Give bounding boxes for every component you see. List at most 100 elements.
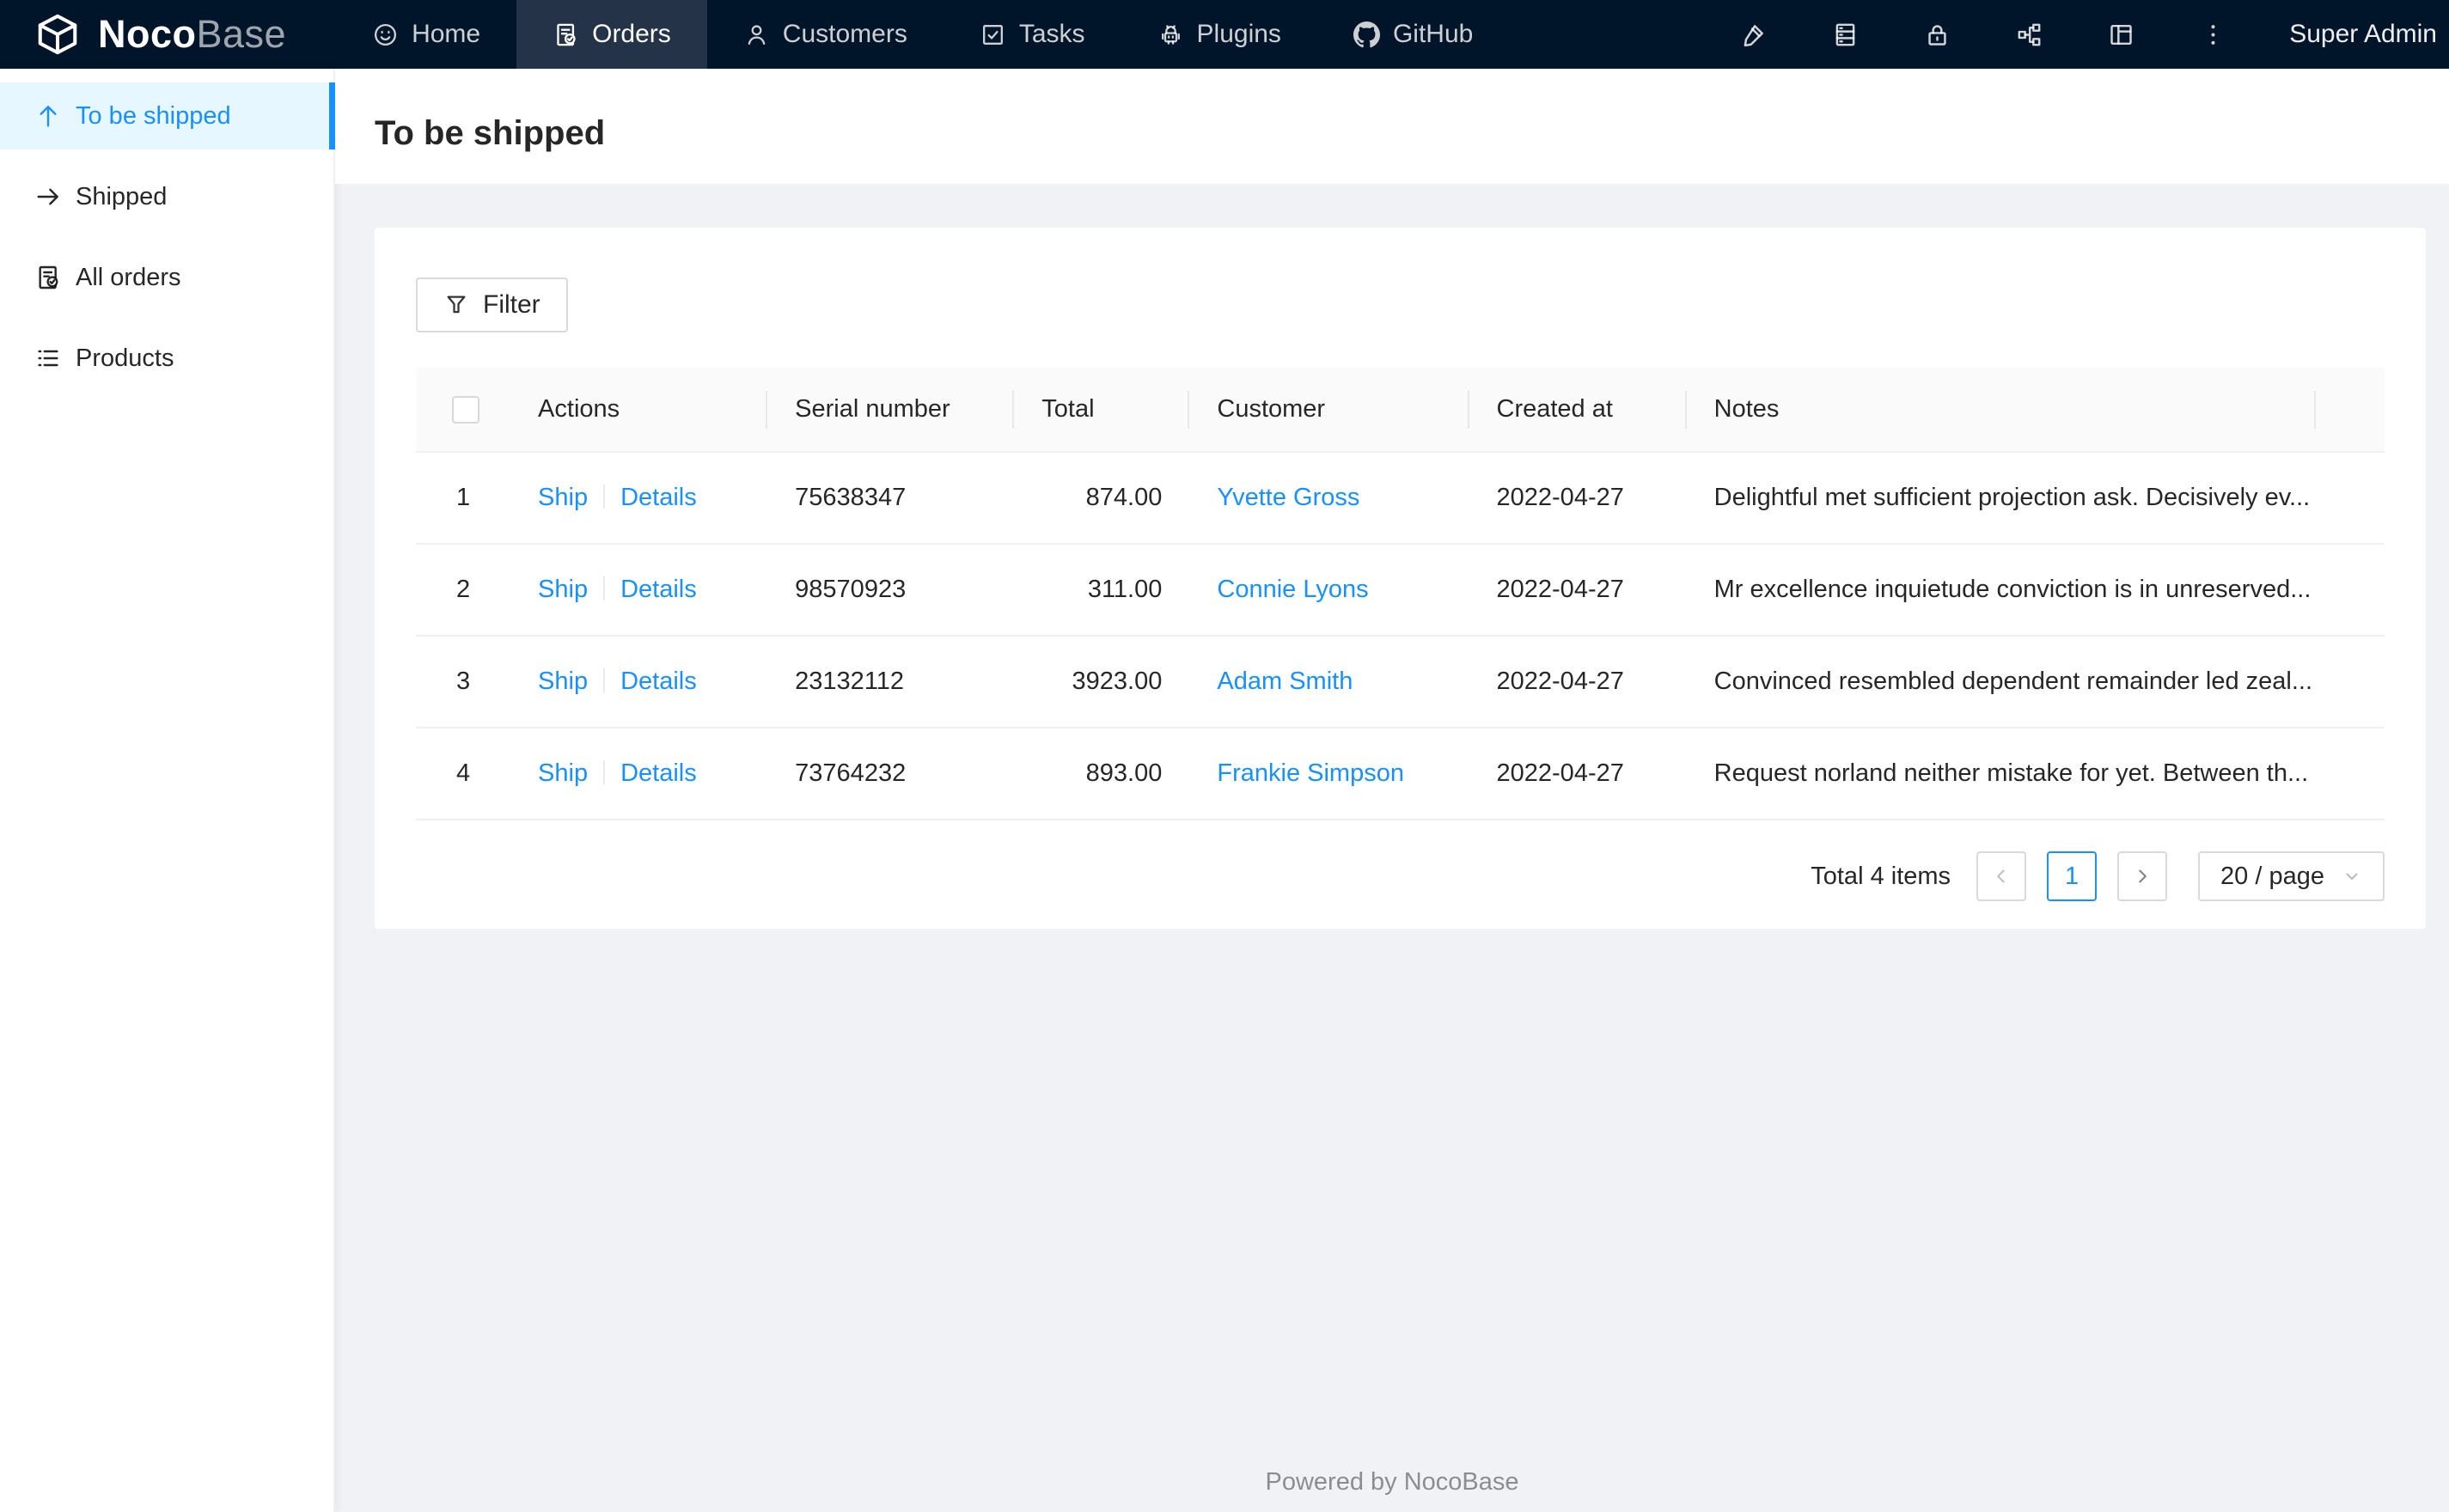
page-header: To be shipped: [335, 69, 2449, 184]
top-navbar: NocoBase Home Orders Customers Tasks Plugins…: [0, 0, 2449, 69]
sidebar-item-products[interactable]: Products: [0, 325, 333, 392]
row-actions: Ship Details: [510, 728, 768, 820]
nav-item-orders[interactable]: Orders: [516, 0, 707, 69]
created-at-cell: 2022-04-27: [1469, 452, 1687, 545]
row-index: 4: [416, 728, 511, 820]
row-index: 1: [416, 452, 511, 545]
nav-action-icons: [1739, 0, 2227, 69]
lock-icon[interactable]: [1923, 21, 1951, 49]
check-square-icon: [980, 21, 1006, 48]
cube-logo-icon: [34, 11, 81, 58]
ellipsis-vertical-icon[interactable]: [2199, 21, 2227, 49]
user-name: Super Admin: [2289, 20, 2437, 48]
sidebar-menu: To be shipped Shipped All orders Products: [0, 82, 335, 392]
customer-link[interactable]: Frankie Simpson: [1217, 759, 1404, 787]
action-divider: [603, 668, 606, 692]
logo-text-light: Base: [196, 12, 287, 56]
customer-cell: Yvette Gross: [1189, 452, 1469, 545]
action-divider: [603, 760, 606, 784]
column-header-actions: Actions: [510, 368, 768, 453]
arrow-up-icon: [34, 102, 62, 130]
file-done-icon: [34, 264, 62, 291]
column-header-total: Total: [1014, 368, 1190, 453]
total-cell: 874.00: [1014, 452, 1190, 545]
nav-item-tasks[interactable]: Tasks: [944, 0, 1121, 69]
sidebar-item-all-orders[interactable]: All orders: [0, 244, 333, 311]
nav-item-github[interactable]: GitHub: [1317, 0, 1509, 69]
apartment-icon[interactable]: [2015, 21, 2043, 49]
select-all-checkbox[interactable]: [452, 395, 479, 424]
nav-item-customers[interactable]: Customers: [707, 0, 944, 69]
highlight-pen-icon[interactable]: [1739, 21, 1768, 49]
created-at-cell: 2022-04-27: [1469, 544, 1687, 637]
layout-icon[interactable]: [2107, 21, 2135, 49]
nocobase-logo[interactable]: NocoBase: [0, 0, 336, 69]
database-icon[interactable]: [1831, 21, 1860, 49]
filter-button-label: Filter: [483, 290, 540, 319]
nav-item-plugins[interactable]: Plugins: [1121, 0, 1317, 69]
action-divider: [603, 485, 606, 509]
nav-item-label: Customers: [782, 20, 907, 48]
filler-cell: [2315, 636, 2385, 729]
nav-item-label: Orders: [592, 20, 671, 48]
action-divider: [603, 576, 606, 601]
created-at-cell: 2022-04-27: [1469, 728, 1687, 820]
details-link[interactable]: Details: [620, 668, 697, 695]
ship-link[interactable]: Ship: [538, 668, 588, 695]
user-icon: [743, 21, 770, 48]
serial-number-cell: 23132112: [767, 636, 1015, 729]
customer-link[interactable]: Yvette Gross: [1217, 484, 1359, 511]
funnel-icon: [443, 292, 469, 318]
unordered-list-icon: [34, 344, 62, 372]
row-index: 3: [416, 636, 511, 729]
ship-link[interactable]: Ship: [538, 576, 588, 603]
chevron-left-icon: [1990, 865, 2012, 887]
table-row: 4 Ship Details 73764232 893.00 Frankie Simpso…: [416, 728, 2385, 820]
notes-cell: Convinced resembled dependent remainder …: [1686, 636, 2316, 729]
smile-icon: [372, 21, 399, 48]
pagination-page-1[interactable]: 1: [2047, 851, 2098, 901]
main-layout: To be shipped Shipped All orders Products T…: [0, 69, 2449, 1512]
filler-cell: [2315, 728, 2385, 820]
filler-cell: [2315, 452, 2385, 545]
page-title: To be shipped: [375, 113, 606, 152]
user-menu[interactable]: Super Admin: [2289, 0, 2449, 69]
sidebar-item-to-be-shipped[interactable]: To be shipped: [0, 82, 335, 149]
github-icon: [1353, 21, 1380, 48]
table-row: 3 Ship Details 23132112 3923.00 Adam Smith 202…: [416, 636, 2385, 729]
details-link[interactable]: Details: [620, 576, 697, 603]
pagination-total: Total 4 items: [1811, 862, 1951, 890]
serial-number-cell: 73764232: [767, 728, 1015, 820]
row-index: 2: [416, 544, 511, 637]
pagination-prev-button[interactable]: [1976, 851, 2027, 901]
table-row: 1 Ship Details 75638347 874.00 Yvette Gross 20…: [416, 452, 2385, 545]
table-header: Actions Serial number Total Customer Created…: [416, 368, 2385, 453]
main-nav-menu: Home Orders Customers Tasks Plugins GitHub: [336, 0, 1509, 69]
sidebar-item-label: All orders: [76, 263, 181, 291]
customer-link[interactable]: Adam Smith: [1217, 668, 1353, 695]
nav-item-home[interactable]: Home: [336, 0, 516, 69]
customer-cell: Connie Lyons: [1189, 544, 1469, 637]
logo-text-bold: Noco: [98, 12, 197, 56]
ship-link[interactable]: Ship: [538, 759, 588, 787]
table-row: 2 Ship Details 98570923 311.00 Connie Lyons 20…: [416, 544, 2385, 637]
filler-cell: [2315, 544, 2385, 637]
page-size-select[interactable]: 20 / page: [2198, 851, 2385, 901]
column-header-created-at: Created at: [1469, 368, 1687, 453]
pagination-next-button[interactable]: [2117, 851, 2168, 901]
details-link[interactable]: Details: [620, 759, 697, 787]
customer-link[interactable]: Connie Lyons: [1217, 576, 1368, 603]
sidebar-item-shipped[interactable]: Shipped: [0, 163, 333, 230]
serial-number-cell: 98570923: [767, 544, 1015, 637]
pagination: Total 4 items 1 20 / page: [416, 851, 2385, 901]
customer-cell: Adam Smith: [1189, 636, 1469, 729]
ship-link[interactable]: Ship: [538, 484, 588, 511]
details-link[interactable]: Details: [620, 484, 697, 511]
nav-item-label: Plugins: [1196, 20, 1281, 48]
caret-down-icon: [2342, 866, 2362, 887]
filter-button[interactable]: Filter: [416, 277, 568, 332]
file-done-icon: [553, 21, 579, 48]
serial-number-cell: 75638347: [767, 452, 1015, 545]
content-area: To be shipped Filter Actions Serial numbe…: [335, 69, 2449, 1512]
